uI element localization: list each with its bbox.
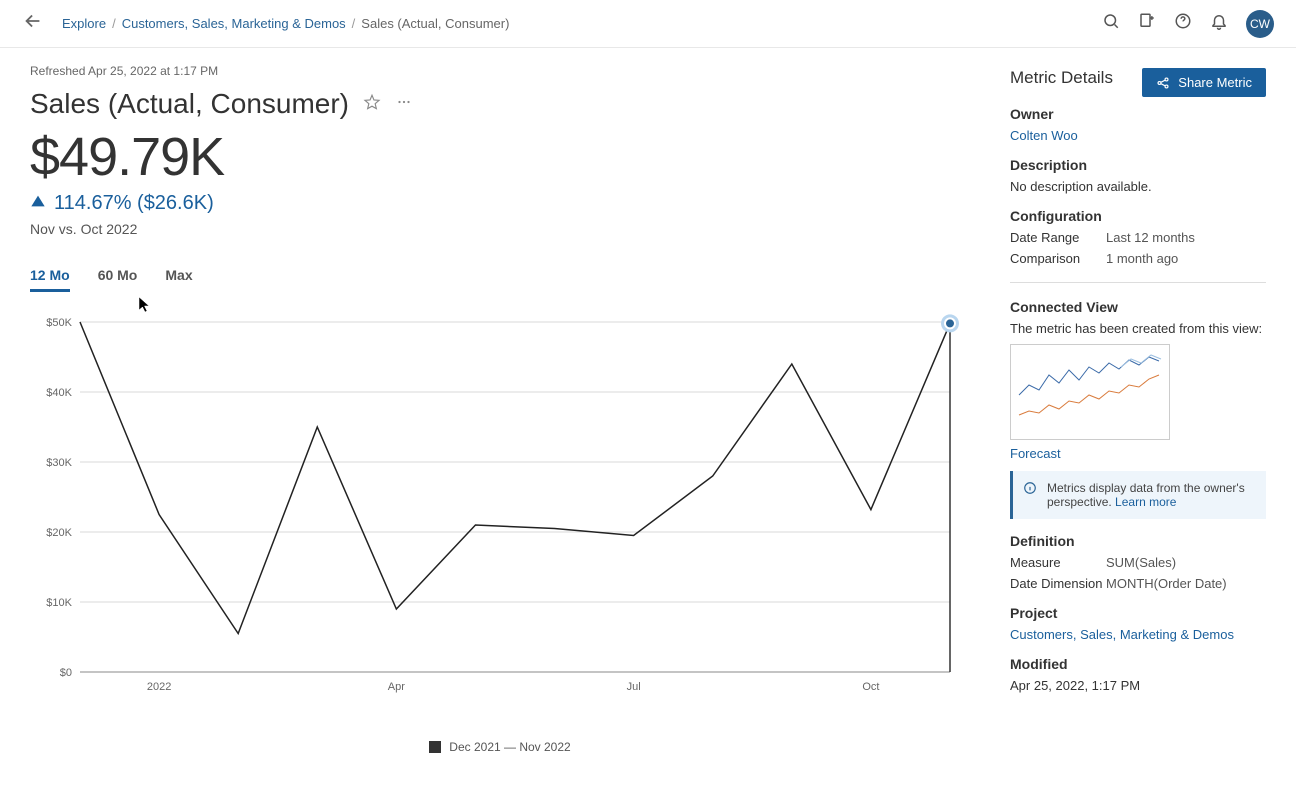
breadcrumb-parent[interactable]: Customers, Sales, Marketing & Demos: [122, 16, 346, 31]
metric-value: $49.79K: [30, 126, 970, 188]
svg-text:Oct: Oct: [862, 681, 879, 693]
more-actions-icon[interactable]: [395, 93, 413, 116]
project-heading: Project: [1010, 605, 1266, 621]
connected-view-link[interactable]: Forecast: [1010, 446, 1266, 461]
avatar[interactable]: CW: [1246, 10, 1274, 38]
comparison-key: Comparison: [1010, 251, 1106, 266]
breadcrumb-current: Sales (Actual, Consumer): [361, 16, 509, 31]
owner-link[interactable]: Colten Woo: [1010, 128, 1266, 143]
svg-text:2022: 2022: [147, 681, 171, 693]
favorite-star-icon[interactable]: [363, 93, 381, 116]
range-tabs: 12 Mo 60 Mo Max: [30, 267, 970, 292]
config-heading: Configuration: [1010, 208, 1266, 224]
breadcrumb-sep: /: [352, 16, 356, 31]
svg-text:$50K: $50K: [46, 317, 72, 329]
connected-heading: Connected View: [1010, 299, 1266, 315]
date-dim-key: Date Dimension: [1010, 576, 1106, 591]
svg-text:Jul: Jul: [627, 681, 641, 693]
svg-text:$20K: $20K: [46, 527, 72, 539]
learn-more-link[interactable]: Learn more: [1115, 495, 1176, 509]
notifications-icon[interactable]: [1210, 12, 1228, 35]
new-item-icon[interactable]: [1138, 12, 1156, 35]
info-icon: [1023, 481, 1037, 509]
share-metric-label: Share Metric: [1178, 75, 1252, 90]
divider: [1010, 282, 1266, 283]
search-icon[interactable]: [1102, 12, 1120, 35]
date-dim-val: MONTH(Order Date): [1106, 576, 1227, 591]
svg-text:Apr: Apr: [388, 681, 405, 693]
help-icon[interactable]: [1174, 12, 1192, 35]
connected-desc: The metric has been created from this vi…: [1010, 321, 1266, 336]
measure-key: Measure: [1010, 555, 1106, 570]
info-callout: Metrics display data from the owner's pe…: [1010, 471, 1266, 519]
metric-change: 114.67% ($26.6K): [54, 192, 214, 215]
metric-chart[interactable]: $0 $10K $20K $30K $40K $50K 2022 Apr Jul Oct: [30, 312, 970, 732]
tab-12mo[interactable]: 12 Mo: [30, 267, 70, 292]
breadcrumb: Explore / Customers, Sales, Marketing & …: [62, 16, 509, 31]
project-link[interactable]: Customers, Sales, Marketing & Demos: [1010, 627, 1266, 642]
description-value: No description available.: [1010, 179, 1266, 194]
svg-text:$40K: $40K: [46, 387, 72, 399]
trend-up-icon: [30, 193, 46, 214]
share-metric-button[interactable]: Share Metric: [1142, 68, 1266, 97]
date-range-val: Last 12 months: [1106, 230, 1195, 245]
owner-heading: Owner: [1010, 106, 1266, 122]
modified-heading: Modified: [1010, 656, 1266, 672]
svg-text:$30K: $30K: [46, 457, 72, 469]
chart-legend: Dec 2021 — Nov 2022: [30, 740, 970, 754]
tab-60mo[interactable]: 60 Mo: [98, 267, 138, 292]
measure-val: SUM(Sales): [1106, 555, 1176, 570]
compare-label: Nov vs. Oct 2022: [30, 221, 970, 237]
svg-text:$0: $0: [60, 667, 72, 679]
legend-label: Dec 2021 — Nov 2022: [449, 740, 570, 754]
connected-view-thumbnail[interactable]: [1010, 344, 1170, 440]
info-callout-text: Metrics display data from the owner's pe…: [1047, 481, 1256, 509]
comparison-val: 1 month ago: [1106, 251, 1178, 266]
back-arrow-icon[interactable]: [22, 10, 44, 37]
svg-text:$10K: $10K: [46, 597, 72, 609]
legend-swatch: [429, 741, 441, 753]
definition-heading: Definition: [1010, 533, 1266, 549]
page-title: Sales (Actual, Consumer): [30, 88, 349, 120]
breadcrumb-sep: /: [112, 16, 116, 31]
modified-value: Apr 25, 2022, 1:17 PM: [1010, 678, 1266, 693]
description-heading: Description: [1010, 157, 1266, 173]
refreshed-timestamp: Refreshed Apr 25, 2022 at 1:17 PM: [30, 64, 970, 78]
date-range-key: Date Range: [1010, 230, 1106, 245]
breadcrumb-explore[interactable]: Explore: [62, 16, 106, 31]
share-icon: [1156, 76, 1170, 90]
tab-max[interactable]: Max: [165, 267, 192, 292]
